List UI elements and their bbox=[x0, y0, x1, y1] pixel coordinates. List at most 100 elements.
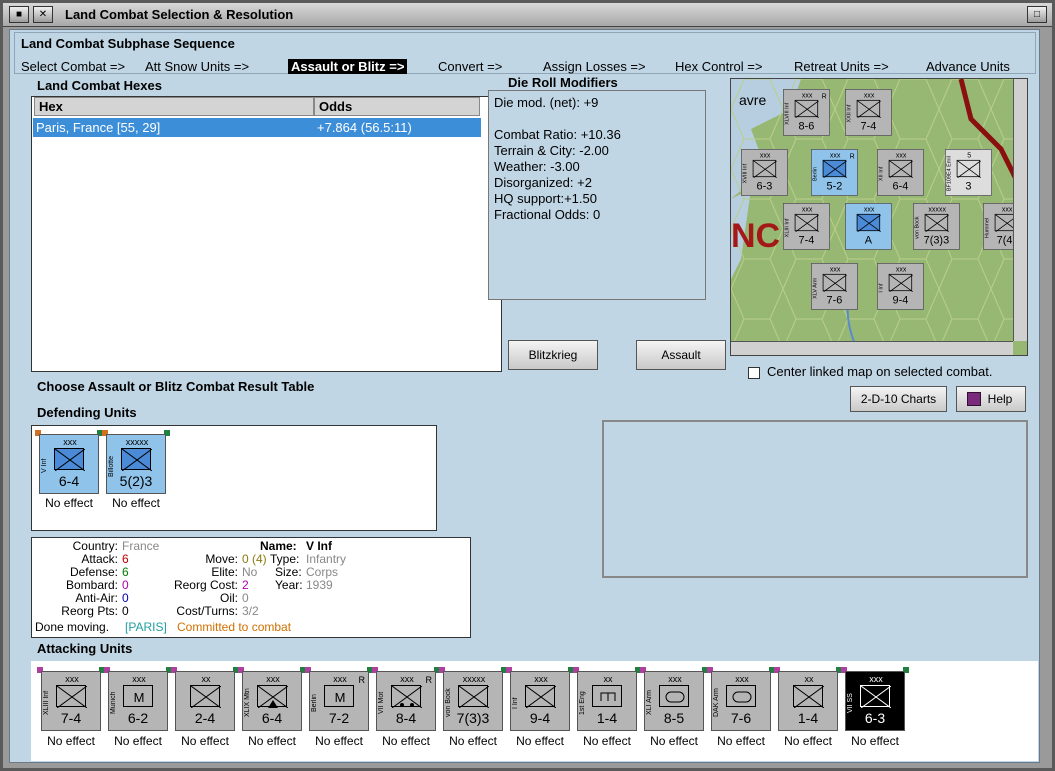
window-title: Land Combat Selection & Resolution bbox=[65, 7, 294, 22]
attacking-unit-counter[interactable]: xxx I Inf 9-4 bbox=[510, 671, 570, 731]
unit-strength: 7(3)3 bbox=[456, 710, 490, 726]
unit-strength: 7-4 bbox=[60, 710, 82, 726]
assault-button[interactable]: Assault bbox=[636, 340, 726, 370]
attacking-unit-counter[interactable]: xxx Munich M 6-2 bbox=[108, 671, 168, 731]
unit-size: xxx bbox=[759, 151, 771, 160]
status-committed: Committed to combat bbox=[177, 620, 292, 634]
unit-symbol-icon bbox=[924, 213, 949, 232]
unit-size: xx bbox=[201, 674, 211, 684]
map-unit-counter[interactable]: xxx XLV Arm 7-6 bbox=[811, 263, 858, 310]
unit-symbol-icon bbox=[592, 685, 622, 707]
map-unit-counter[interactable]: xxx XLVIII Inf R 8-6 bbox=[783, 89, 830, 136]
antiair-key: Anti-Air: bbox=[75, 591, 118, 605]
map-unit-counter[interactable]: xxxxx von Bock 7(3)3 bbox=[913, 203, 960, 250]
map-unit-counter[interactable]: xxx Berlin R 5-2 bbox=[811, 149, 858, 196]
cost-turns-value: 3/2 bbox=[242, 604, 259, 618]
unit-symbol-icon bbox=[822, 273, 847, 292]
unit-result: No effect bbox=[47, 734, 95, 748]
unit-size: xxx bbox=[869, 674, 883, 684]
defending-unit-counter[interactable]: xxx V Inf 6-4 bbox=[39, 434, 99, 494]
maximize-button[interactable]: □ bbox=[1027, 6, 1047, 23]
unit-symbol-icon: M bbox=[324, 685, 354, 707]
combat-window: ■ ✕ Land Combat Selection & Resolution □… bbox=[0, 0, 1055, 771]
defending-title: Defending Units bbox=[37, 405, 137, 420]
unit-size: xxx bbox=[668, 674, 682, 684]
defense-key: Defense: bbox=[69, 565, 118, 579]
map-unit-counter[interactable]: xxx XVIII Inf 6-3 bbox=[741, 149, 788, 196]
col-odds-header[interactable]: Odds bbox=[314, 97, 480, 116]
antiair-value: 0 bbox=[122, 591, 129, 605]
oil-value: 0 bbox=[242, 591, 249, 605]
unit-symbol-icon bbox=[956, 159, 981, 178]
close-icon[interactable]: ✕ bbox=[33, 6, 53, 23]
drm-panel: Die mod. (net): +9 Combat Ratio: +10.36 … bbox=[488, 90, 706, 300]
map-unit-counter[interactable]: xxx A bbox=[845, 203, 892, 250]
charts-button[interactable]: 2-D-10 Charts bbox=[850, 386, 947, 412]
unit-size: xxx bbox=[65, 674, 79, 684]
drm-line: Disorganized: +2 bbox=[494, 175, 592, 190]
drm-line: HQ support:+1.50 bbox=[494, 191, 597, 206]
attacking-unit-counter[interactable]: xx 1st Eng 1-4 bbox=[577, 671, 637, 731]
unit-symbol-icon bbox=[121, 448, 152, 471]
attacking-unit-counter[interactable]: xxx VII Mot R 8-4 bbox=[376, 671, 436, 731]
unit-symbol-icon bbox=[752, 159, 777, 178]
attacking-unit-counter[interactable]: xxx XLI Arm 8-5 bbox=[644, 671, 704, 731]
unit-strength: 7-6 bbox=[826, 293, 843, 306]
unit-symbol-icon bbox=[391, 685, 422, 708]
unit-strength: 6-3 bbox=[864, 710, 886, 726]
map-unit-counter[interactable]: 5 BF109E4 Emil 3 bbox=[945, 149, 992, 196]
step-select-combat: Select Combat => bbox=[21, 59, 126, 74]
attack-key: Attack: bbox=[81, 552, 118, 566]
map-vertical-scrollbar[interactable] bbox=[1013, 79, 1027, 341]
elite-value: No bbox=[242, 565, 258, 579]
center-map-checkbox[interactable] bbox=[748, 367, 760, 379]
step-advance: Advance Units bbox=[926, 59, 1010, 74]
map-unit-counter[interactable]: xxx XLIII Inf 7-4 bbox=[783, 203, 830, 250]
map-unit-counter[interactable]: xxx I Inf 9-4 bbox=[877, 263, 924, 310]
system-menu-button[interactable]: ■ bbox=[9, 6, 29, 23]
choose-crt-label: Choose Assault or Blitz Combat Result Ta… bbox=[37, 379, 315, 394]
unit-strength: 7-4 bbox=[860, 119, 877, 132]
replacement-marker: R bbox=[358, 675, 366, 685]
drm-line: Fractional Odds: 0 bbox=[494, 207, 601, 222]
hexes-list[interactable]: Hex Odds Paris, France [55, 29] +7.864 (… bbox=[31, 96, 502, 372]
unit-symbol-icon bbox=[856, 213, 881, 232]
unit-symbol-icon bbox=[190, 685, 221, 708]
hex-cell: Paris, France [55, 29] bbox=[36, 120, 161, 135]
status-location: [PARIS] bbox=[125, 620, 167, 634]
status-done-moving: Done moving. bbox=[35, 620, 110, 634]
unit-size: xxx bbox=[132, 674, 146, 684]
attacking-unit-counter[interactable]: xxx XLIII Inf 7-4 bbox=[41, 671, 101, 731]
map-horizontal-scrollbar[interactable] bbox=[731, 341, 1013, 355]
unit-strength: 5(2)3 bbox=[119, 473, 153, 489]
drm-line: Terrain & City: -2.00 bbox=[494, 143, 609, 158]
hex-row[interactable]: Paris, France [55, 29] +7.864 (56.5:11) bbox=[33, 118, 481, 137]
map-unit-counter[interactable]: xxx XII Inf 6-4 bbox=[877, 149, 924, 196]
unit-strength: 8-4 bbox=[395, 710, 417, 726]
name-value: V Inf bbox=[306, 539, 332, 553]
unit-strength: 7-2 bbox=[328, 710, 350, 726]
unit-symbol-icon bbox=[822, 159, 847, 178]
attacking-unit-counter[interactable]: xxx VII SS 6-3 bbox=[845, 671, 905, 731]
defending-unit-counter[interactable]: xxxxx Billotte 5(2)3 bbox=[106, 434, 166, 494]
attacking-unit-counter[interactable]: xxx Berlin R M 7-2 bbox=[309, 671, 369, 731]
unit-size: xxx bbox=[735, 674, 749, 684]
step-assault-blitz: Assault or Blitz => bbox=[288, 59, 408, 74]
unit-size: xxx bbox=[863, 91, 875, 100]
unit-strength: 3 bbox=[965, 179, 972, 192]
attacking-unit-counter[interactable]: xx 2-4 bbox=[175, 671, 235, 731]
unit-symbol-icon bbox=[794, 213, 819, 232]
attacking-unit-counter[interactable]: xxxxx von Bock 7(3)3 bbox=[443, 671, 503, 731]
linked-map[interactable]: NC avre xxx XLVIII Inf R 8-6 xxx XXII Inf 7-4 x… bbox=[730, 78, 1028, 356]
attacking-unit-counter[interactable]: xxx DAK Arm 7-6 bbox=[711, 671, 771, 731]
attacking-unit-counter[interactable]: xx 1-4 bbox=[778, 671, 838, 731]
unit-size: xxx bbox=[266, 674, 280, 684]
map-unit-counter[interactable]: xxx XXII Inf 7-4 bbox=[845, 89, 892, 136]
unit-symbol-icon bbox=[726, 685, 756, 707]
blitzkrieg-button[interactable]: Blitzkrieg bbox=[508, 340, 598, 370]
help-button[interactable]: Help bbox=[956, 386, 1026, 412]
col-hex-header[interactable]: Hex bbox=[34, 97, 314, 116]
attacking-unit-counter[interactable]: xxx XLIX Mtn 6-4 bbox=[242, 671, 302, 731]
unit-symbol-icon bbox=[54, 448, 85, 471]
unit-size: xxx bbox=[863, 205, 875, 214]
